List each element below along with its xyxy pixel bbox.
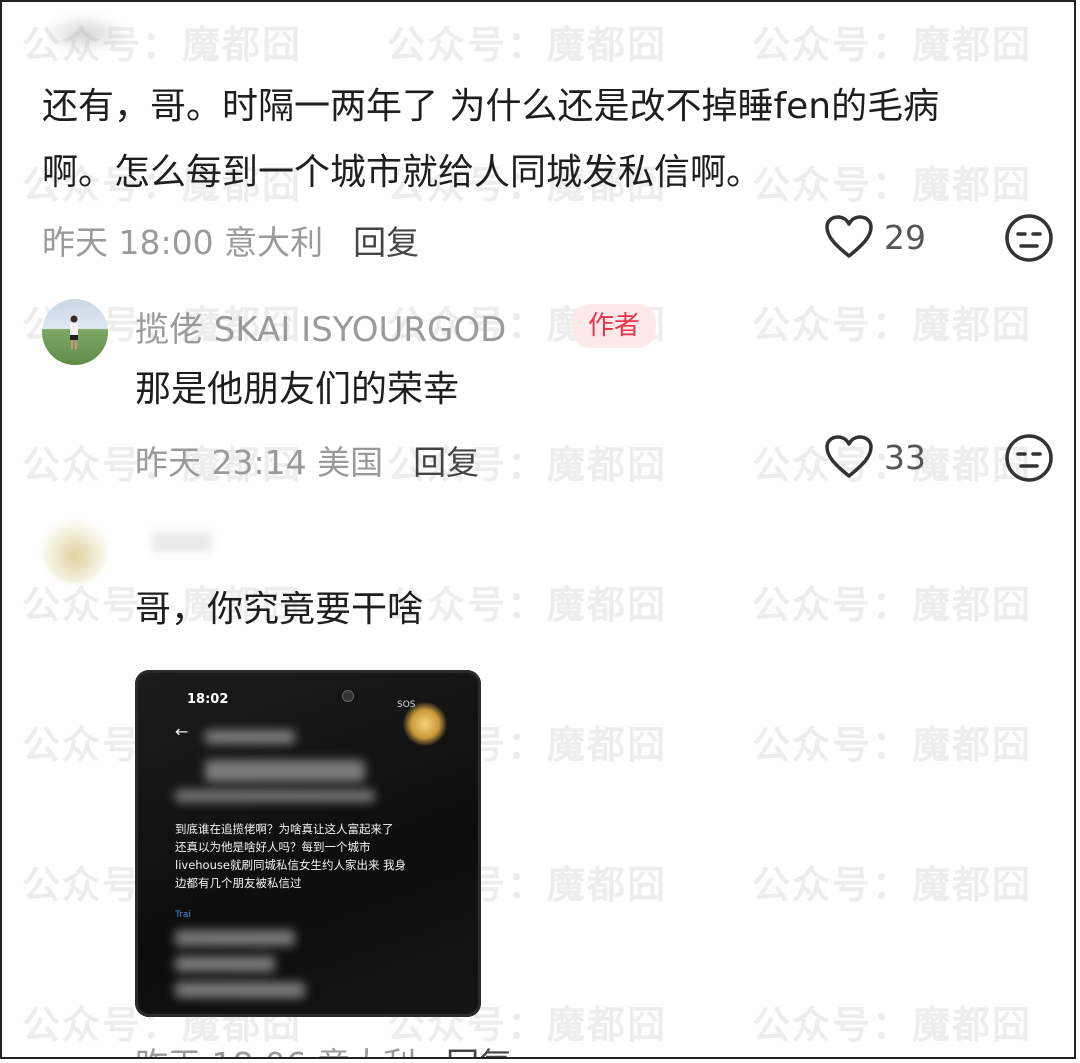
like-count: 33 xyxy=(884,437,926,477)
author-badge: 作者 xyxy=(572,304,657,348)
reply-text: 那是他朋友们的荣幸 xyxy=(135,369,460,410)
post-link: Trai xyxy=(175,910,191,920)
heart-icon xyxy=(824,214,874,260)
comment-screenshot: 公众号：魔都囧 公众号：魔都囧 公众号：魔都囧 公众号：魔都囧 公众号：魔都囧 … xyxy=(0,0,1076,1059)
reply-button[interactable]: 回复 xyxy=(413,443,479,482)
blurred-content xyxy=(175,790,375,802)
post-line: 边都有几个朋友被私信过 xyxy=(175,876,302,890)
back-arrow-icon: ← xyxy=(175,722,189,741)
blurred-content xyxy=(175,930,295,946)
dislike-face-icon[interactable] xyxy=(1004,213,1054,263)
like-button[interactable]: 29 xyxy=(824,214,926,260)
comment-meta-partial: 昨天 18:06 意大利 回复 xyxy=(135,1038,512,1057)
phone-status-time: 18:02 xyxy=(187,692,229,707)
blurred-content xyxy=(205,730,295,744)
comment-date: 昨天 18:06 意大利 xyxy=(135,1045,416,1057)
user-avatar[interactable] xyxy=(42,514,108,584)
screenshot-post-text: 到底谁在追揽佬啊？为啥真让这人富起来了 还真以为他是啥好人吗？每到一个城市 li… xyxy=(175,820,475,892)
reply-meta: 昨天 23:14 美国 回复 xyxy=(135,436,479,484)
light-glare xyxy=(403,702,447,746)
author-username[interactable]: 揽佬 SKAI ISYOURGOD xyxy=(135,302,506,351)
blurred-content xyxy=(175,982,305,998)
blurred-username xyxy=(42,14,127,54)
comment-text-line: 还有，哥。时隔一两年了 为什么还是改不掉睡fen的毛病 xyxy=(42,86,940,127)
post-line: 到底谁在追揽佬啊？为啥真让这人富起来了 xyxy=(175,822,394,836)
reply-button[interactable]: 回复 xyxy=(446,1045,512,1057)
post-line: livehouse就刷同城私信女生约人家出来 我身 xyxy=(175,858,407,872)
phone-camera xyxy=(342,690,354,702)
blurred-content xyxy=(175,956,275,972)
like-count: 29 xyxy=(884,217,926,257)
like-button[interactable]: 33 xyxy=(824,434,926,480)
attached-phone-photo[interactable]: 18:02 SOS ← 到底谁在追揽佬啊？为啥真让这人富起来了 还真以为他是啥好… xyxy=(135,670,481,1017)
blurred-content xyxy=(205,760,365,782)
dislike-face-icon[interactable] xyxy=(1004,433,1054,483)
comment-text: 哥，你究竟要干啥 xyxy=(135,589,424,630)
reply-date: 昨天 23:14 美国 xyxy=(135,443,384,482)
comment-meta: 昨天 18:00 意大利 回复 xyxy=(42,216,419,264)
heart-icon xyxy=(824,434,874,480)
reply-button[interactable]: 回复 xyxy=(353,223,419,262)
blurred-username xyxy=(152,532,212,552)
comment-date: 昨天 18:00 意大利 xyxy=(42,223,324,262)
post-line: 还真以为他是啥好人吗？每到一个城市 xyxy=(175,840,371,854)
comment-text-line: 啊。怎么每到一个城市就给人同城发私信啊。 xyxy=(42,152,763,193)
author-avatar[interactable] xyxy=(42,299,108,365)
